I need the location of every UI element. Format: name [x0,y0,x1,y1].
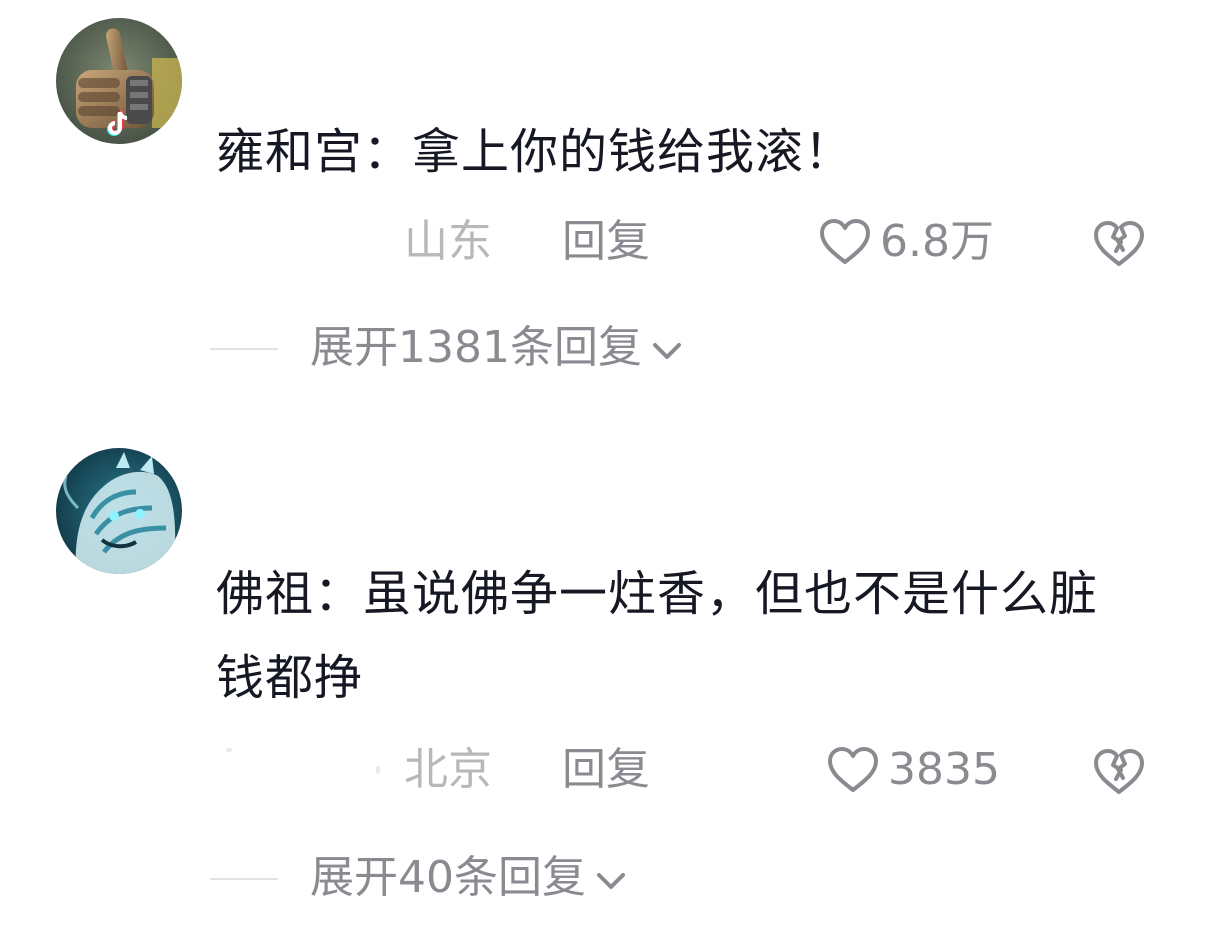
like-count: 3835 [888,744,1000,795]
chevron-down-icon [597,873,625,889]
location-label: 北京 [404,744,492,795]
divider-line [210,348,278,350]
expand-replies-row: 展开40条回复 [0,848,1216,908]
reply-button[interactable]: 回复 [562,740,650,800]
comment-actions: 北京 回复 3835 [0,740,1216,800]
reply-button[interactable]: 回复 [562,212,650,272]
comment-item: 佛祖：虽说佛争一炷香，但也不是什么脏钱都挣 北京 回复 3835 展开40条回复 [0,420,1216,940]
expand-replies-row: 展开1381条回复 [0,318,1216,378]
comment-item: 雍和宫：拿上你的钱给我滚！ 山东 回复 6.8万 展开1381条回复 [0,0,1216,420]
like-button[interactable]: 6.8万 [818,212,994,272]
avatar[interactable] [56,18,182,144]
heart-outline-icon [828,747,878,792]
expand-replies-button[interactable]: 展开1381条回复 [310,318,684,378]
comment-actions: 山东 回复 6.8万 [0,212,1216,272]
faint-mark [376,766,380,774]
avatar[interactable] [56,448,182,574]
location-label: 山东 [404,216,492,267]
expand-replies-label: 展开1381条回复 [310,322,642,373]
expand-replies-button[interactable]: 展开40条回复 [310,848,628,908]
comment-text: 雍和宫：拿上你的钱给我滚！ [216,124,854,180]
expand-replies-label: 展开40条回复 [310,852,586,903]
faint-mark [226,748,232,752]
broken-heart-icon[interactable] [1092,748,1146,796]
broken-heart-icon[interactable] [1092,220,1146,268]
divider-line [210,878,278,880]
comment-text: 佛祖：虽说佛争一炷香，但也不是什么脏钱都挣 [216,566,1099,706]
like-button[interactable]: 3835 [826,740,1000,800]
chevron-down-icon [652,343,681,359]
like-count: 6.8万 [880,216,994,267]
heart-outline-icon [820,219,870,264]
